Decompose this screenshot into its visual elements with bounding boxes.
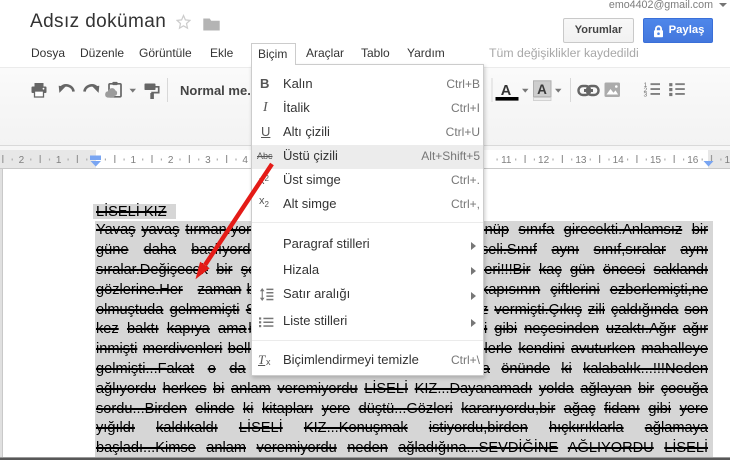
svg-text:12: 12 [538,155,550,166]
svg-text:13: 13 [575,155,587,166]
svg-text:A: A [501,83,512,99]
svg-text:1: 1 [131,155,137,166]
svg-text:16: 16 [687,155,699,166]
svg-text:3: 3 [644,92,648,99]
svg-text:17: 17 [725,155,730,166]
svg-text:A: A [537,82,547,97]
svg-text:15: 15 [650,155,662,166]
svg-text:2: 2 [19,155,25,166]
svg-text:1: 1 [56,155,62,166]
svg-text:14: 14 [613,155,625,166]
svg-text:2: 2 [168,155,174,166]
svg-text:11: 11 [501,155,512,166]
